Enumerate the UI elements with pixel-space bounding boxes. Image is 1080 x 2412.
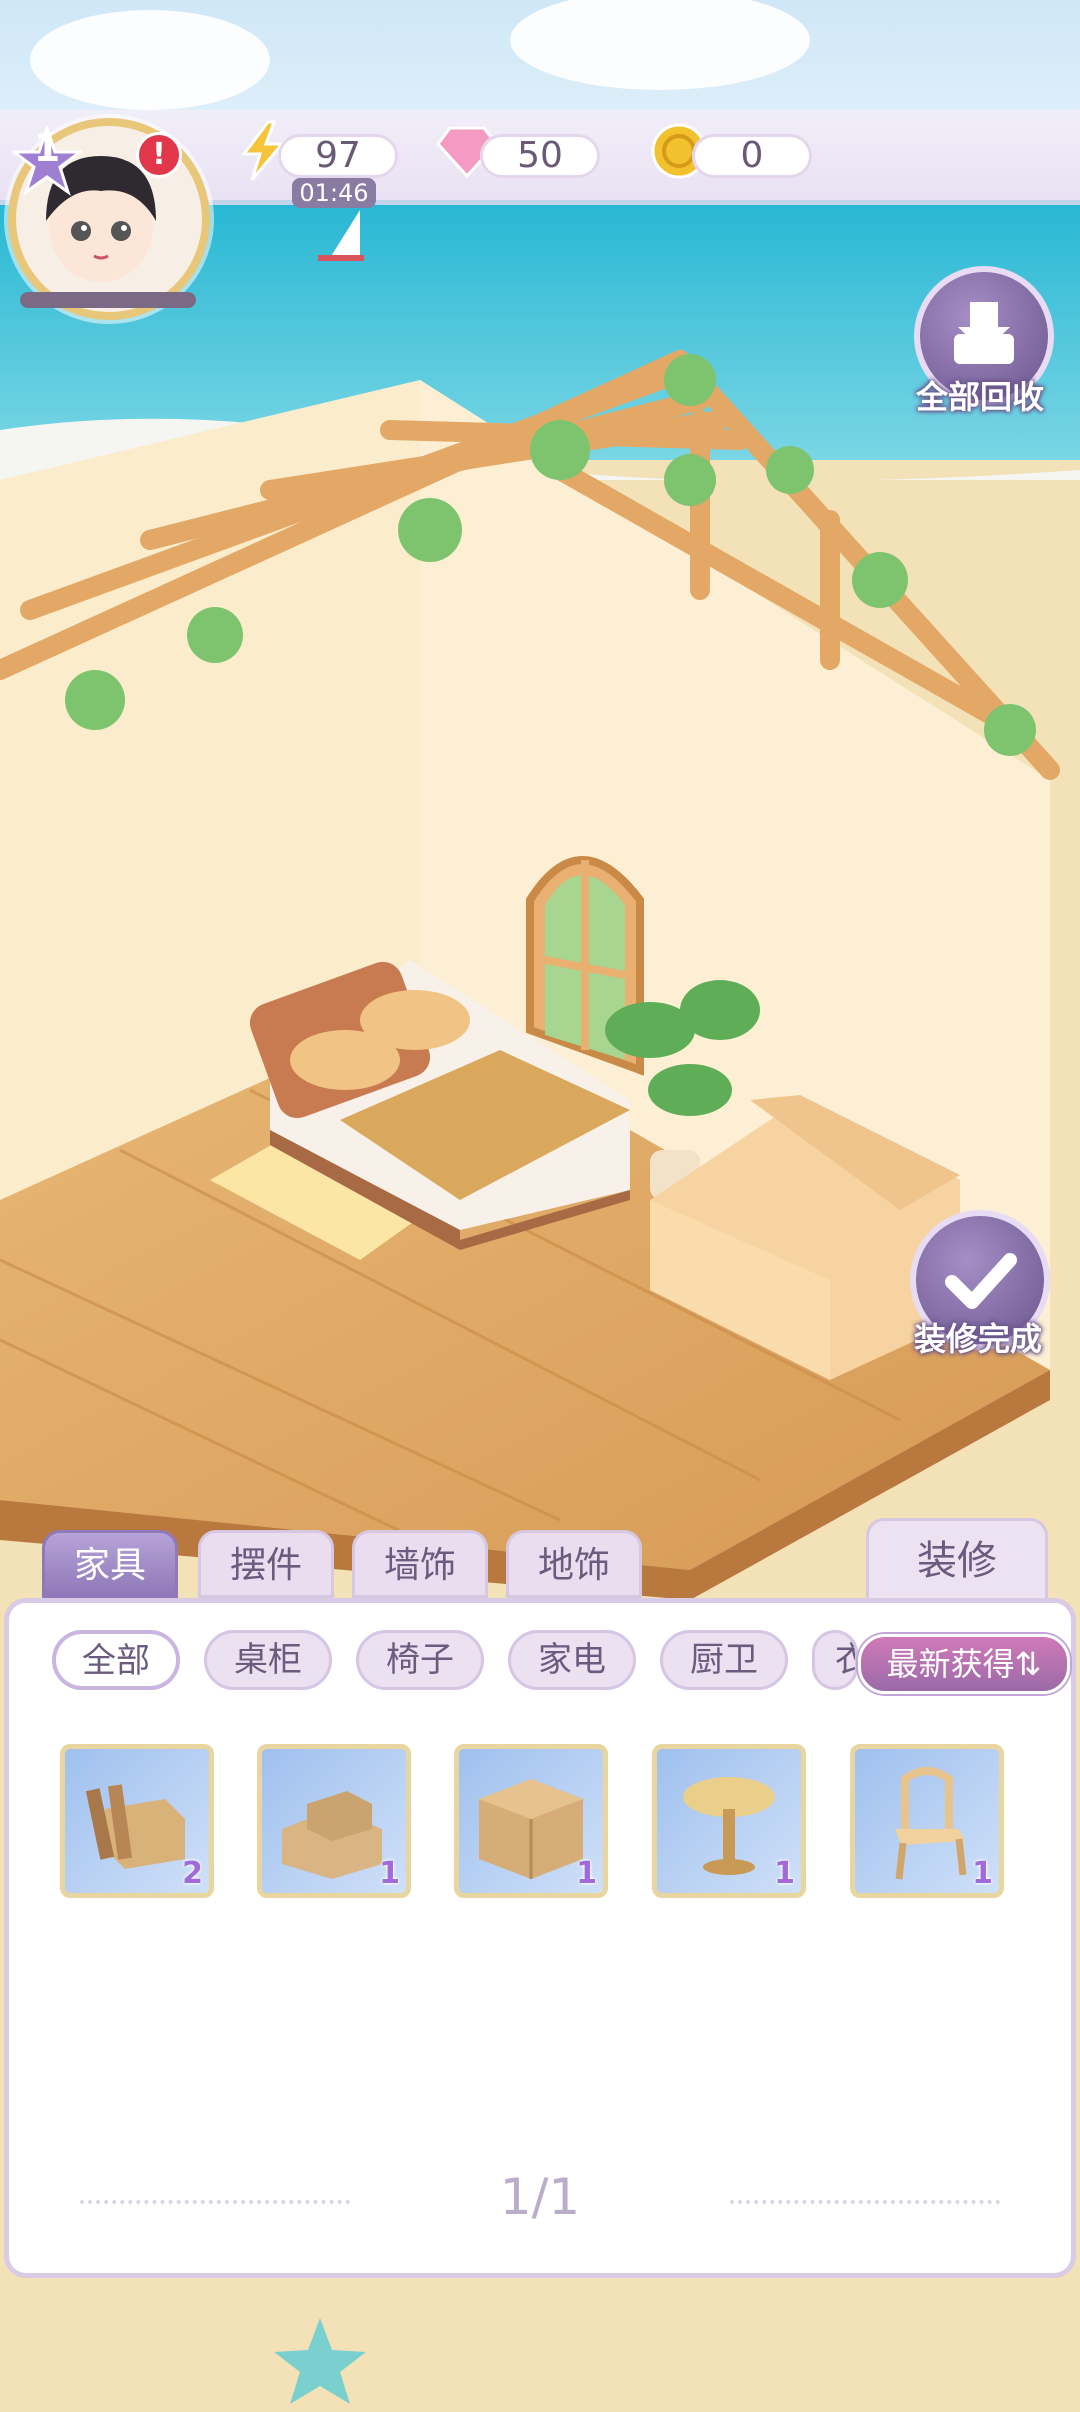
item-cardboard-boxes[interactable]: 1 bbox=[257, 1744, 411, 1898]
filter-all[interactable]: 全部 bbox=[52, 1630, 180, 1690]
item-cardboard-box[interactable]: 1 bbox=[454, 1744, 608, 1898]
pager-divider-right bbox=[730, 2200, 1000, 2204]
coin-value[interactable]: 0 bbox=[692, 134, 812, 178]
experience-bar bbox=[20, 292, 196, 308]
filter-chairs[interactable]: 椅子 bbox=[356, 1630, 484, 1690]
item-count: 1 bbox=[774, 1856, 795, 1891]
item-wooden-chair[interactable]: 1 bbox=[850, 1744, 1004, 1898]
tab-ornaments[interactable]: 摆件 bbox=[198, 1530, 334, 1598]
gem-value[interactable]: 50 bbox=[480, 134, 600, 178]
player-level: 1 bbox=[33, 126, 61, 170]
tab-furniture[interactable]: 家具 bbox=[42, 1530, 178, 1598]
pager-divider-left bbox=[80, 2200, 350, 2204]
tab-wall-decor[interactable]: 墙饰 bbox=[352, 1530, 488, 1598]
filter-tables-cabinets[interactable]: 桌柜 bbox=[204, 1630, 332, 1690]
item-count: 1 bbox=[379, 1856, 400, 1891]
item-wood-planks-box[interactable]: 2 bbox=[60, 1744, 214, 1898]
energy-timer: 01:46 bbox=[292, 178, 376, 208]
filter-clothes[interactable]: 衣 bbox=[812, 1630, 858, 1690]
filter-appliances[interactable]: 家电 bbox=[508, 1630, 636, 1690]
item-count: 2 bbox=[182, 1856, 203, 1891]
sort-newest-button[interactable]: 最新获得⇅ bbox=[858, 1634, 1070, 1694]
item-count: 1 bbox=[972, 1856, 993, 1891]
energy-value[interactable]: 97 bbox=[278, 134, 398, 178]
tab-floor-decor[interactable]: 地饰 bbox=[506, 1530, 642, 1598]
pagination: 1/1 bbox=[499, 2168, 581, 2226]
alert-badge[interactable]: ! bbox=[136, 132, 182, 178]
item-round-table[interactable]: 1 bbox=[652, 1744, 806, 1898]
filter-kitchen-bath[interactable]: 厨卫 bbox=[660, 1630, 788, 1690]
renovate-tab[interactable]: 装修 bbox=[866, 1518, 1048, 1602]
decorate-done-label: 装修完成 bbox=[913, 1320, 1042, 1358]
recycle-all-label: 全部回收 bbox=[915, 378, 1044, 416]
item-count: 1 bbox=[576, 1856, 597, 1891]
